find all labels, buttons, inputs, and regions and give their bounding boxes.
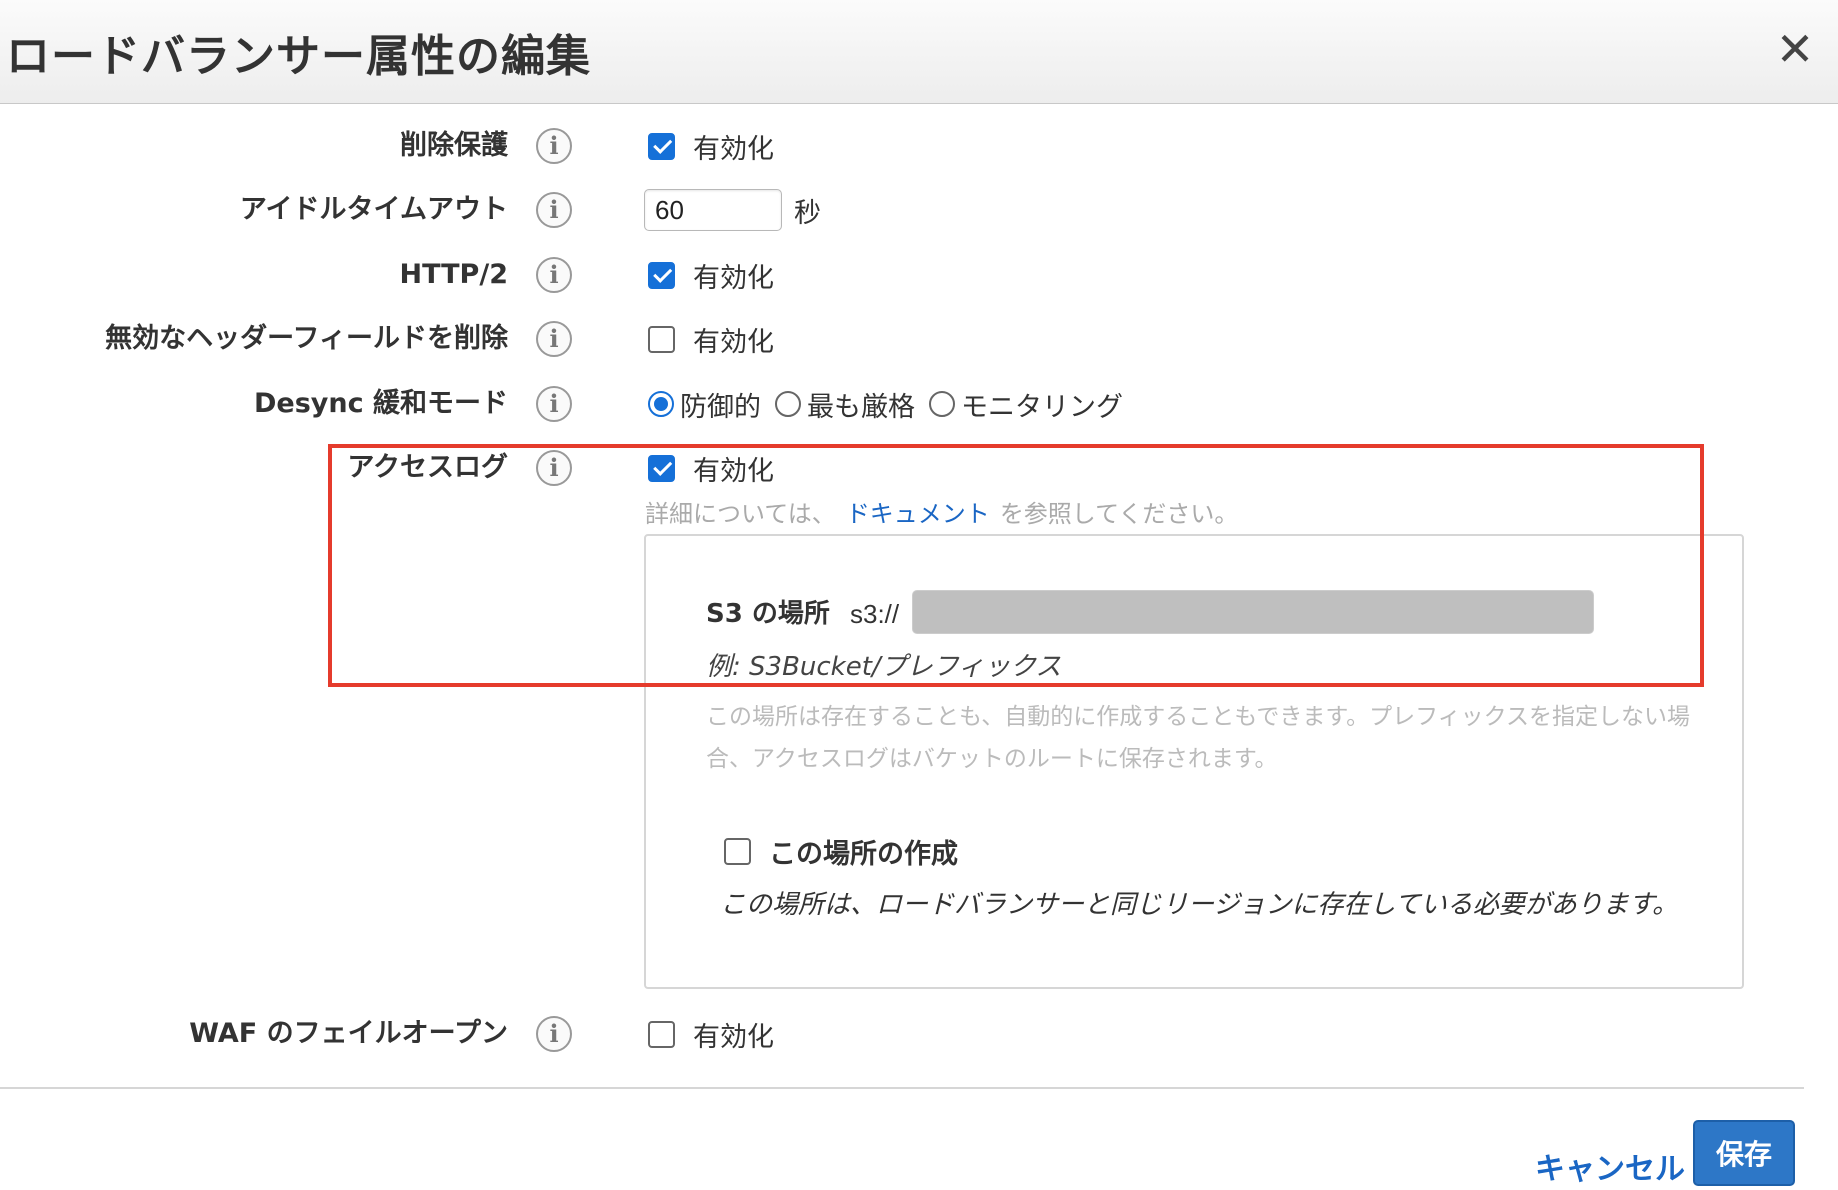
- waf-fail-open-label: WAF のフェイルオープン: [189, 1018, 508, 1049]
- desync-option-defensive[interactable]: 防御的: [648, 385, 761, 424]
- drop-invalid-headers-option-label: 有効化: [693, 326, 774, 358]
- idle-timeout-unit: 秒: [794, 197, 821, 229]
- desync-radio-monitor[interactable]: [929, 391, 955, 417]
- info-icon[interactable]: i: [536, 192, 572, 228]
- row-waf-fail-open: WAF のフェイルオープン i 有効化: [0, 1016, 1838, 1072]
- info-icon[interactable]: i: [536, 1016, 572, 1052]
- http2-option-label: 有効化: [693, 262, 774, 294]
- s3-description: この場所は存在することも、自動的に作成することもできます。プレフィックスを指定し…: [706, 704, 1690, 772]
- cancel-button[interactable]: キャンセル: [1535, 1144, 1685, 1188]
- drop-invalid-headers-label: 無効なヘッダーフィールドを削除: [105, 323, 508, 354]
- desync-option-label: モニタリング: [961, 391, 1123, 423]
- deletion-protection-checkbox[interactable]: [648, 132, 675, 160]
- highlight-box: [328, 444, 1704, 687]
- drop-invalid-headers-control: 有効化: [648, 321, 774, 358]
- info-icon[interactable]: i: [536, 386, 572, 422]
- http2-control: 有効化: [648, 257, 774, 294]
- create-location-note: この場所は、ロードバランサーと同じリージョンに存在している必要があります。: [720, 890, 1679, 920]
- row-deletion-protection: 削除保護 i 有効化: [0, 128, 1838, 184]
- waf-fail-open-control: 有効化: [648, 1016, 774, 1053]
- desync-option-label: 最も厳格: [807, 391, 915, 423]
- info-icon[interactable]: i: [536, 321, 572, 357]
- desync-option-strictest[interactable]: 最も厳格: [775, 385, 915, 424]
- close-icon[interactable]: ✕: [1770, 24, 1820, 74]
- http2-label: HTTP/2: [399, 259, 509, 290]
- row-http2: HTTP/2 i 有効化: [0, 257, 1838, 313]
- deletion-protection-control: 有効化: [648, 128, 774, 165]
- waf-fail-open-checkbox[interactable]: [648, 1020, 675, 1048]
- dialog-header: ロードバランサー属性の編集 ✕: [0, 0, 1838, 104]
- deletion-protection-option-label: 有効化: [693, 133, 774, 165]
- deletion-protection-label: 削除保護: [400, 130, 508, 161]
- create-location-row: この場所の作成: [724, 832, 958, 871]
- desync-radio-defensive[interactable]: [648, 391, 674, 417]
- http2-checkbox[interactable]: [648, 261, 675, 289]
- waf-fail-open-option-label: 有効化: [693, 1021, 774, 1053]
- info-icon[interactable]: i: [536, 128, 572, 164]
- desync-control: 防御的 最も厳格 モニタリング: [648, 385, 1137, 424]
- row-idle-timeout: アイドルタイムアウト i 秒: [0, 189, 1838, 248]
- dialog-title: ロードバランサー属性の編集: [6, 31, 591, 82]
- desync-option-monitor[interactable]: モニタリング: [929, 385, 1123, 424]
- drop-invalid-headers-checkbox[interactable]: [648, 325, 675, 353]
- create-location-checkbox[interactable]: [724, 838, 751, 865]
- info-icon[interactable]: i: [536, 257, 572, 293]
- row-desync: Desync 緩和モード i 防御的 最も厳格 モニタリング: [0, 386, 1838, 442]
- desync-label: Desync 緩和モード: [253, 388, 508, 419]
- footer-divider: [0, 1087, 1804, 1089]
- row-drop-invalid-headers: 無効なヘッダーフィールドを削除 i 有効化: [0, 321, 1838, 377]
- idle-timeout-control: 秒: [644, 189, 821, 231]
- idle-timeout-label: アイドルタイムアウト: [239, 194, 508, 225]
- desync-radio-strictest[interactable]: [775, 391, 801, 417]
- save-button[interactable]: 保存: [1693, 1120, 1795, 1186]
- idle-timeout-input[interactable]: [644, 189, 782, 231]
- desync-option-label: 防御的: [680, 391, 761, 423]
- create-location-label: この場所の作成: [769, 839, 958, 870]
